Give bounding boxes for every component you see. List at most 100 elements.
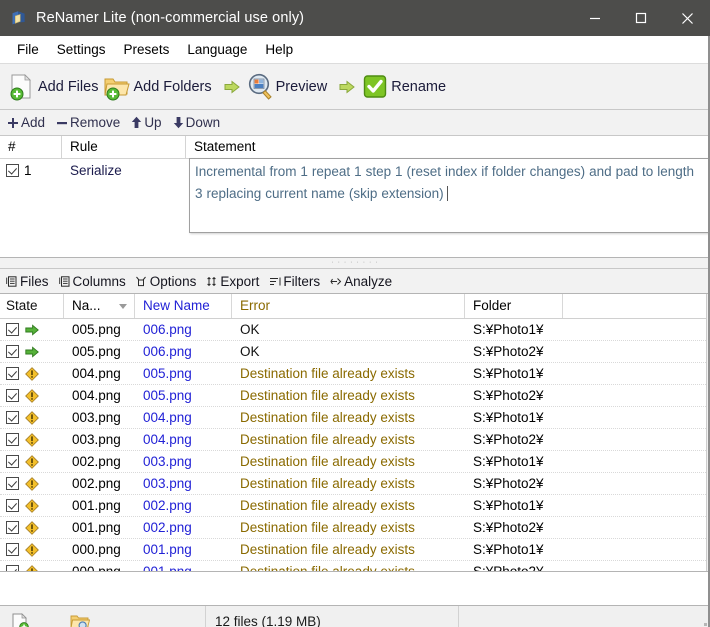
file-error-cell: Destination file already exists <box>240 366 415 381</box>
rule-statement-editor[interactable]: Incremental from 1 repeat 1 step 1 (rese… <box>189 158 710 233</box>
files-header-state[interactable]: State <box>0 294 64 318</box>
add-file-small-icon[interactable] <box>10 612 32 627</box>
tab-files-label: Files <box>20 273 49 289</box>
rules-header-rule[interactable]: Rule <box>62 136 186 158</box>
files-header-name[interactable]: Na... <box>64 294 135 318</box>
file-folder-cell: S:¥Photo2¥ <box>473 476 544 491</box>
file-state-cell <box>0 451 64 472</box>
files-header-filler <box>563 294 710 318</box>
tab-analyze[interactable]: Analyze <box>329 274 392 289</box>
menu-item-settings[interactable]: Settings <box>48 39 115 60</box>
menu-item-help[interactable]: Help <box>256 39 302 60</box>
status-filler-pane <box>459 606 710 627</box>
preview-label: Preview <box>275 78 328 95</box>
files-header-new-name[interactable]: New Name <box>135 294 232 318</box>
warning-diamond-icon <box>25 476 39 491</box>
file-state-cell <box>0 539 64 560</box>
rule-index-label: 1 <box>24 162 32 178</box>
rule-up-button[interactable]: Up <box>131 115 162 130</box>
file-new-name-cell: 002.png <box>143 520 192 535</box>
files-header-error[interactable]: Error <box>232 294 465 318</box>
table-row[interactable]: 003.png 004.png Destination file already e… <box>0 407 710 429</box>
files-header-folder[interactable]: Folder <box>465 294 563 318</box>
renamer-window: ReNamer Lite (non-commercial use only) F… <box>0 0 710 627</box>
file-state-cell <box>0 473 64 494</box>
table-row[interactable]: 005.png 006.png OK S:¥Photo1¥ <box>0 319 710 341</box>
file-new-name-cell: 003.png <box>143 454 192 469</box>
rule-row-number-cell: 1 <box>0 163 62 178</box>
rules-header-number[interactable]: # <box>0 136 62 158</box>
rule-enabled-checkbox[interactable] <box>6 163 19 177</box>
rule-add-button[interactable]: Add <box>7 115 45 130</box>
file-filler-cell <box>563 517 710 538</box>
file-enabled-checkbox[interactable] <box>6 499 19 512</box>
folder-search-small-icon[interactable] <box>70 612 92 627</box>
file-folder-cell: S:¥Photo1¥ <box>473 498 544 513</box>
file-enabled-checkbox[interactable] <box>6 433 19 446</box>
plus-icon <box>8 117 18 128</box>
file-folder-cell: S:¥Photo1¥ <box>473 454 544 469</box>
file-filler-cell <box>563 451 710 472</box>
preview-button[interactable]: Preview <box>247 73 328 101</box>
file-enabled-checkbox[interactable] <box>6 521 19 534</box>
tab-filters[interactable]: Filters <box>268 274 320 289</box>
warning-diamond-icon <box>25 432 39 447</box>
menu-item-language[interactable]: Language <box>178 39 256 60</box>
table-row[interactable]: 005.png 006.png OK S:¥Photo2¥ <box>0 341 710 363</box>
tab-export[interactable]: Export <box>205 274 259 289</box>
file-error-cell: Destination file already exists <box>240 410 415 425</box>
file-enabled-checkbox[interactable] <box>6 389 19 402</box>
table-row[interactable]: 000.png001.pngDestination file already e… <box>0 561 710 571</box>
file-state-cell <box>0 517 64 538</box>
rename-button[interactable]: Rename <box>362 73 446 101</box>
file-enabled-checkbox[interactable] <box>6 455 19 468</box>
table-row[interactable]: 002.png 003.png Destination file already e… <box>0 473 710 495</box>
files-header-name-label: Na... <box>72 298 101 313</box>
file-enabled-checkbox[interactable] <box>6 565 19 571</box>
panel-splitter[interactable]: · · · · · · · · <box>0 258 710 269</box>
file-enabled-checkbox[interactable] <box>6 323 19 336</box>
table-row[interactable]: 001.png 002.png Destination file already e… <box>0 495 710 517</box>
rule-down-button[interactable]: Down <box>173 115 220 130</box>
tab-files[interactable]: Files <box>5 274 49 289</box>
file-name-cell: 004.png <box>72 366 121 381</box>
file-folder-cell: S:¥Photo1¥ <box>473 366 544 381</box>
file-error-cell: Destination file already exists <box>240 388 415 403</box>
minimize-button[interactable] <box>572 0 618 36</box>
menu-item-file[interactable]: File <box>8 39 48 60</box>
file-enabled-checkbox[interactable] <box>6 411 19 424</box>
rule-add-label: Add <box>21 115 46 130</box>
table-row[interactable]: 002.png 003.png Destination file already e… <box>0 451 710 473</box>
table-row[interactable]: 004.png 005.png Destination file already e… <box>0 385 710 407</box>
tab-filters-label: Filters <box>283 273 321 289</box>
resize-grip[interactable] <box>694 621 707 627</box>
tab-options[interactable]: Options <box>135 273 197 289</box>
file-folder-cell: S:¥Photo2¥ <box>473 344 544 359</box>
add-files-button[interactable]: Add Files <box>9 73 98 101</box>
file-enabled-checkbox[interactable] <box>6 367 19 380</box>
rules-header-statement[interactable]: Statement <box>186 136 710 158</box>
rules-header-row: # Rule Statement <box>0 136 710 159</box>
tab-columns-label: Columns <box>72 273 126 289</box>
file-folder-cell: S:¥Photo2¥ <box>473 432 544 447</box>
table-row[interactable]: 001.png 002.png Destination file already e… <box>0 517 710 539</box>
table-row[interactable]: 000.png001.pngDestination file already e… <box>0 539 710 561</box>
file-error-cell: OK <box>240 322 260 337</box>
file-enabled-checkbox[interactable] <box>6 543 19 556</box>
file-enabled-checkbox[interactable] <box>6 477 19 490</box>
file-new-name-cell: 005.png <box>143 388 192 403</box>
rule-remove-button[interactable]: Remove <box>56 115 120 130</box>
file-name-cell: 000.png <box>72 542 121 557</box>
table-row[interactable]: 003.png 004.png Destination file already e… <box>0 429 710 451</box>
file-new-name-cell: 001.png <box>135 561 232 571</box>
menu-item-presets[interactable]: Presets <box>115 39 179 60</box>
add-folders-button[interactable]: Add Folders <box>104 73 212 101</box>
file-new-name-cell: 004.png <box>143 410 192 425</box>
file-enabled-checkbox[interactable] <box>6 345 19 358</box>
close-button[interactable] <box>664 0 710 36</box>
tab-columns[interactable]: Columns <box>58 274 126 289</box>
tab-options-label: Options <box>149 273 197 289</box>
maximize-button[interactable] <box>618 0 664 36</box>
table-row[interactable]: 004.png 005.png Destination file already e… <box>0 363 710 385</box>
file-error-cell: Destination file already exists <box>240 542 415 557</box>
